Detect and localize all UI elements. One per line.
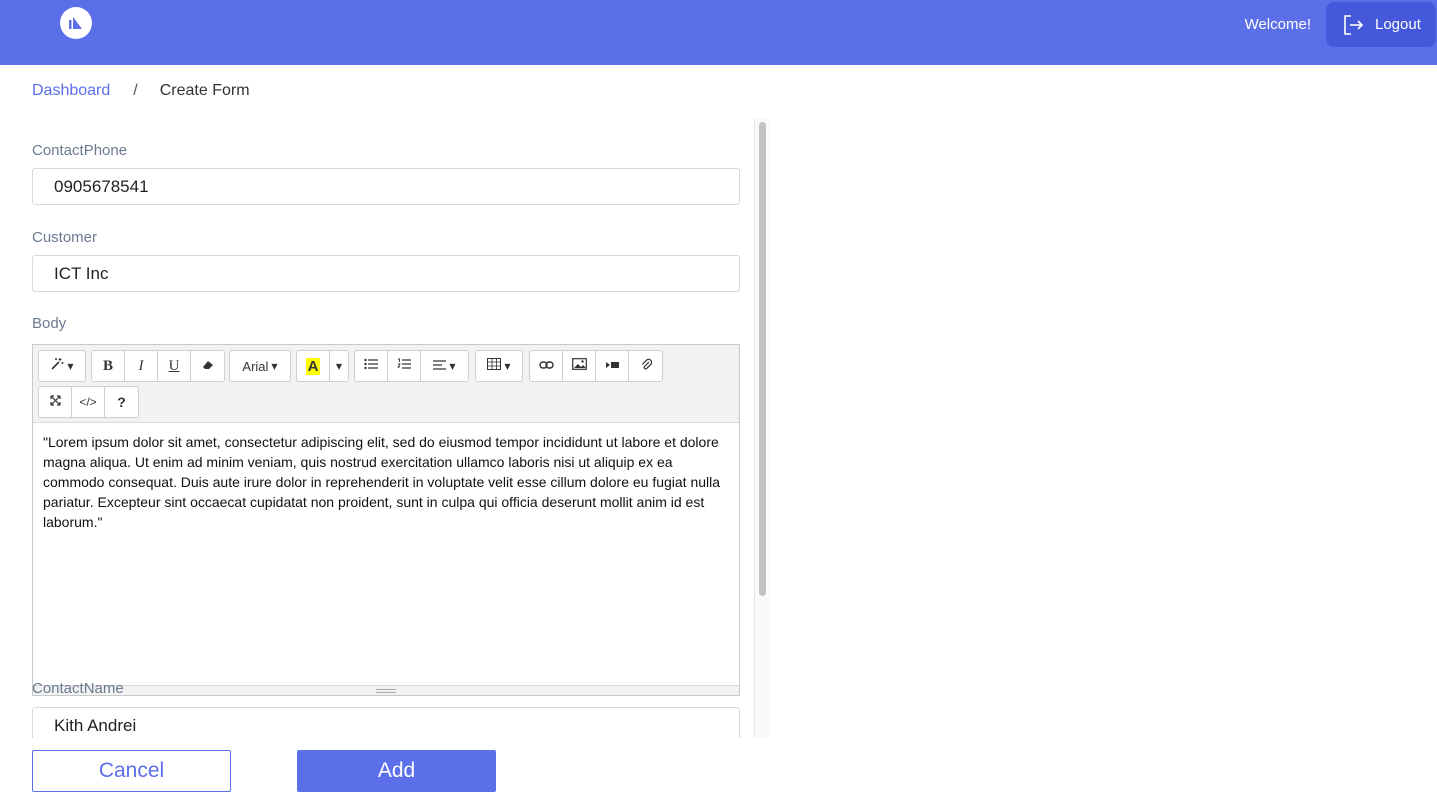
font-style-group: B I U <box>91 350 225 382</box>
sail-logo-icon[interactable] <box>60 7 92 39</box>
video-icon <box>605 358 620 374</box>
italic-button[interactable]: I <box>125 351 158 381</box>
table-dropdown[interactable]: ▼ <box>476 351 522 381</box>
breadcrumb-separator: / <box>133 82 138 99</box>
picture-button[interactable] <box>563 351 596 381</box>
editor-resize-handle[interactable] <box>33 685 739 695</box>
paperclip-icon <box>640 358 652 375</box>
video-button[interactable] <box>596 351 629 381</box>
color-dropdown-button[interactable]: ▼ <box>330 351 348 381</box>
underline-button[interactable]: U <box>158 351 191 381</box>
grip-icon <box>376 689 396 693</box>
contact-name-label: ContactName <box>32 680 124 697</box>
style-group: ▼ <box>38 350 86 382</box>
editor-content-area[interactable]: "Lorem ipsum dolor sit amet, consectetur… <box>33 423 739 685</box>
logout-label: Logout <box>1375 16 1421 33</box>
logout-icon <box>1341 13 1365 37</box>
top-navbar: Welcome! Logout <box>0 0 1437 65</box>
fullscreen-button[interactable] <box>39 387 72 417</box>
form-scrollbar[interactable] <box>754 118 769 738</box>
bold-button[interactable]: B <box>92 351 125 381</box>
attach-button[interactable] <box>629 351 662 381</box>
link-button[interactable] <box>530 351 563 381</box>
editor-toolbar: ▼ B I U Arial ▼ A ▼ ▼ ▼ </> ? <box>33 345 739 423</box>
table-icon <box>487 358 502 374</box>
align-dropdown[interactable]: ▼ <box>421 351 468 381</box>
rich-text-editor: ▼ B I U Arial ▼ A ▼ ▼ ▼ </> ? "Lorem ips… <box>32 344 740 696</box>
body-label: Body <box>32 315 67 332</box>
font-name-label: Arial <box>242 358 269 374</box>
link-icon <box>538 358 554 374</box>
unordered-list-icon <box>364 358 378 374</box>
chevron-down-icon: ▼ <box>335 361 343 371</box>
table-group: ▼ <box>475 350 523 382</box>
customer-label: Customer <box>32 229 98 246</box>
customer-input[interactable] <box>32 255 740 292</box>
align-icon <box>433 358 447 374</box>
help-button[interactable]: ? <box>105 387 138 417</box>
logout-button[interactable]: Logout <box>1326 2 1436 47</box>
text-color-icon: A <box>305 357 321 375</box>
add-button[interactable]: Add <box>297 750 496 792</box>
color-group: A ▼ <box>296 350 349 382</box>
magic-wand-icon <box>50 357 64 375</box>
text-color-button[interactable]: A <box>297 351 330 381</box>
breadcrumb-current: Create Form <box>159 82 250 99</box>
cancel-button[interactable]: Cancel <box>32 750 231 792</box>
ordered-list-icon <box>397 358 411 374</box>
contact-phone-label: ContactPhone <box>32 142 128 159</box>
codeview-button[interactable]: </> <box>72 387 105 417</box>
view-group: </> ? <box>38 386 139 418</box>
breadcrumb: Dashboard / Create Form <box>32 82 250 100</box>
font-name-group: Arial ▼ <box>229 350 291 382</box>
picture-icon <box>571 358 587 374</box>
eraser-icon <box>202 358 214 374</box>
fullscreen-icon <box>49 394 61 410</box>
font-name-dropdown[interactable]: Arial ▼ <box>230 351 290 381</box>
scrollbar-thumb[interactable] <box>759 122 766 596</box>
contact-name-input[interactable] <box>32 707 740 738</box>
unordered-list-button[interactable] <box>355 351 388 381</box>
paragraph-group: ▼ <box>354 350 469 382</box>
insert-group <box>529 350 663 382</box>
breadcrumb-dashboard-link[interactable]: Dashboard <box>32 82 110 100</box>
ordered-list-button[interactable] <box>388 351 421 381</box>
contact-phone-input[interactable] <box>32 168 740 205</box>
style-button[interactable]: ▼ <box>39 351 85 381</box>
eraser-button[interactable] <box>191 351 224 381</box>
form-scroll-area[interactable]: ContactPhone Customer Body ▼ B I U <box>0 118 770 738</box>
welcome-text: Welcome! <box>1244 16 1311 33</box>
